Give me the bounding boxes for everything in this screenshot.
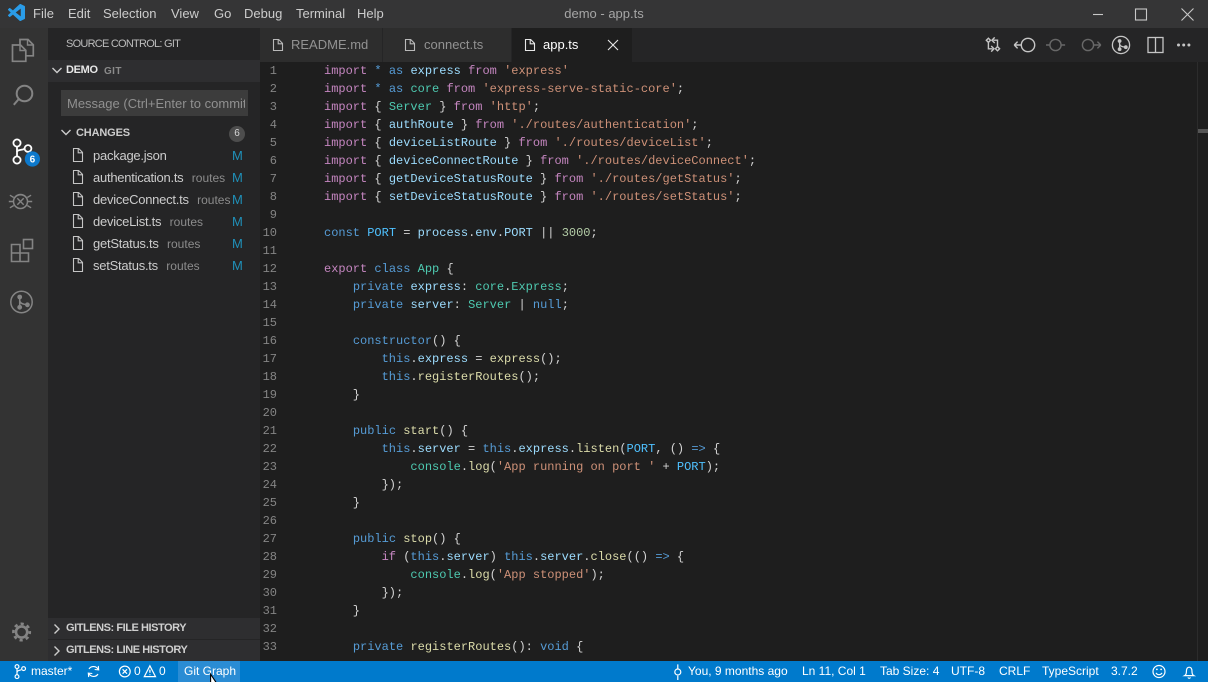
svg-text:6: 6	[30, 155, 36, 166]
